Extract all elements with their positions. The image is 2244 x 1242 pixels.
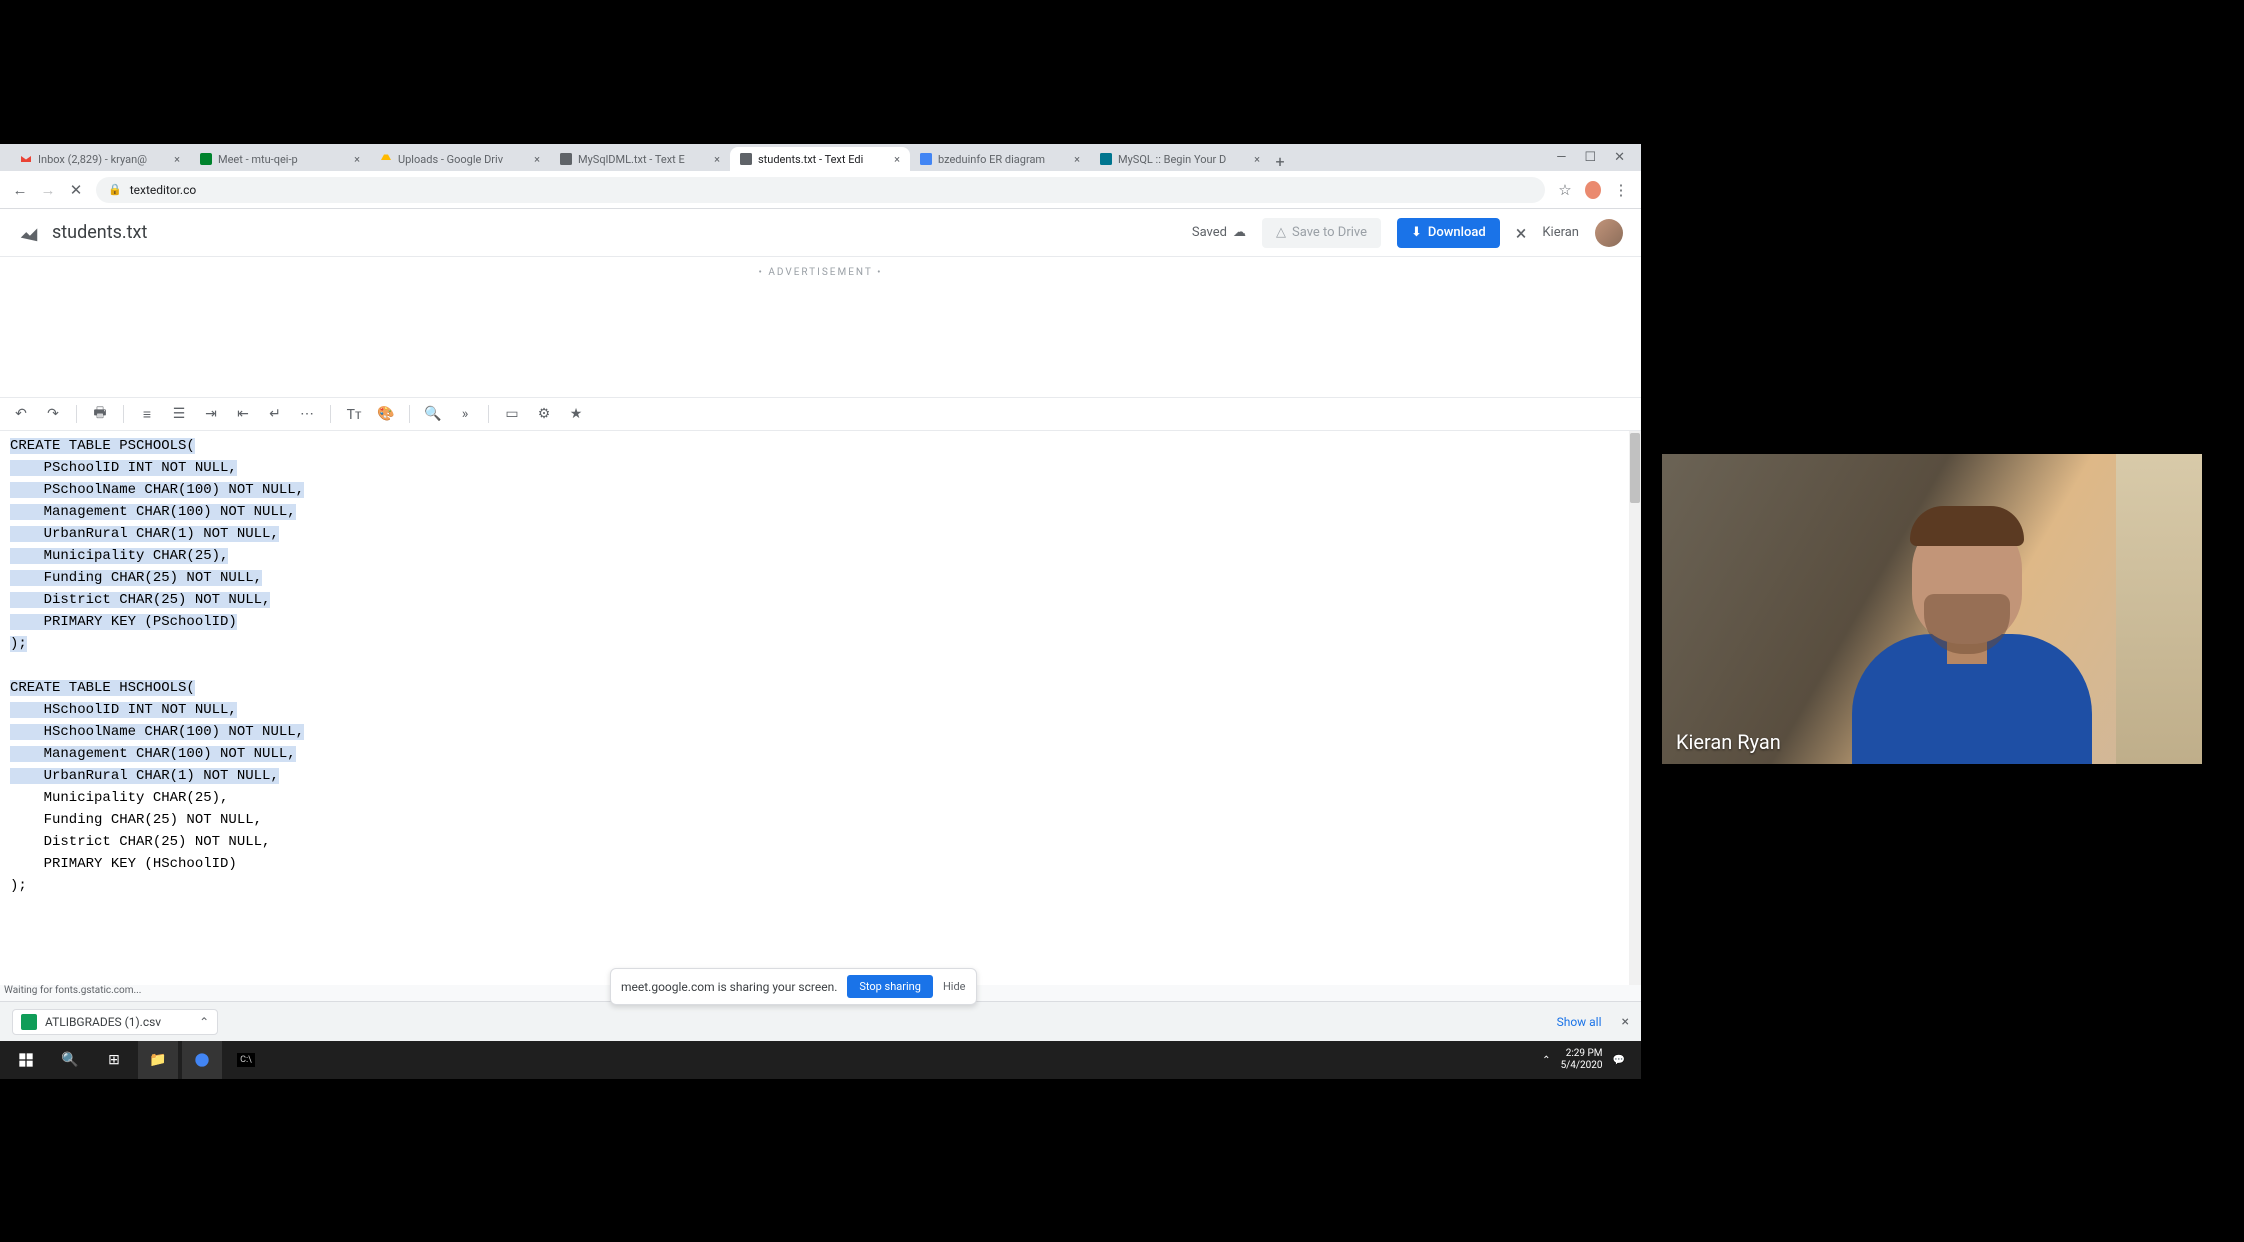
webcam-thumbnail[interactable]: Kieran Ryan xyxy=(1662,454,2202,764)
door-background xyxy=(2116,454,2202,764)
play-button[interactable] xyxy=(1072,562,1172,662)
play-icon xyxy=(1110,592,1142,632)
webcam-name-label: Kieran Ryan xyxy=(1676,730,1781,754)
person-silhouette xyxy=(1852,504,2092,764)
